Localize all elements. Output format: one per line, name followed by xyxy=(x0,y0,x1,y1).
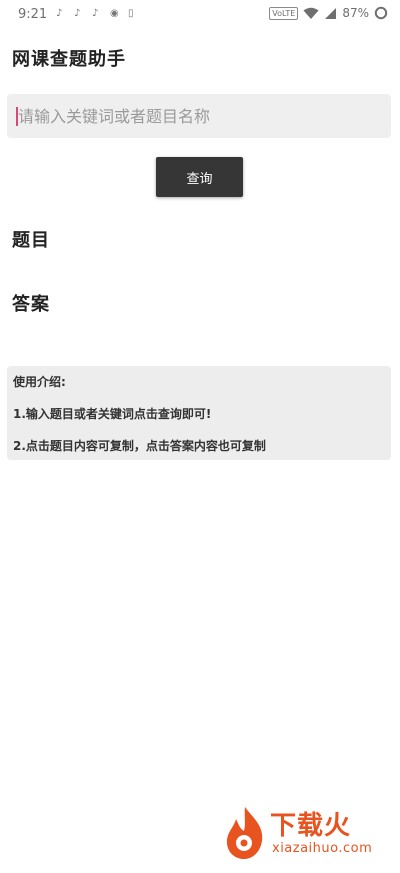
instructions-line-1: 1.输入题目或者关键词点击查询即可! xyxy=(13,407,212,421)
app-title: 网课查题助手 xyxy=(12,49,126,70)
watermark-brand-cn: 下载火 xyxy=(270,811,352,841)
signal-icon xyxy=(325,7,337,19)
query-button[interactable]: 查询 xyxy=(156,157,243,197)
flame-logo-icon xyxy=(226,807,263,859)
watermark-logo: 下载火 xiazaihuo.com xyxy=(222,803,392,865)
tiktok-notification-icon: ♪ xyxy=(56,8,63,19)
search-box[interactable] xyxy=(7,94,391,138)
record-notification-icon: ◉ xyxy=(110,8,119,19)
instructions-panel: 使用介绍: 1.输入题目或者关键词点击查询即可! 2.点击题目内容可复制，点击答… xyxy=(7,366,391,460)
answer-section-title[interactable]: 答案 xyxy=(12,290,50,316)
notification-icons: ♪ ♪ ♪ ◉ ▯ xyxy=(56,8,138,20)
instructions-line-2: 2.点击题目内容可复制，点击答案内容也可复制 xyxy=(13,439,266,453)
status-bar: 9:21 ♪ ♪ ♪ ◉ ▯ VoLTE 87% xyxy=(0,0,400,30)
battery-ring-icon xyxy=(374,6,388,20)
status-right: VoLTE 87% xyxy=(269,6,388,20)
volte-badge: VoLTE xyxy=(269,6,299,20)
status-time: 9:21 xyxy=(18,7,48,22)
battery-percent: 87% xyxy=(342,6,369,20)
watermark-brand-en: xiazaihuo.com xyxy=(272,841,373,856)
screen: 9:21 ♪ ♪ ♪ ◉ ▯ VoLTE 87% 网课查题助手 查询 xyxy=(0,0,400,873)
tiktok-notification-icon: ♪ xyxy=(74,8,81,19)
tiktok-notification-icon: ♪ xyxy=(92,8,99,19)
sim-notification-icon: ▯ xyxy=(128,8,134,19)
question-section-title[interactable]: 题目 xyxy=(12,226,50,252)
instructions-heading: 使用介绍: xyxy=(13,375,66,389)
wifi-icon xyxy=(303,7,319,19)
search-input[interactable] xyxy=(18,94,388,138)
